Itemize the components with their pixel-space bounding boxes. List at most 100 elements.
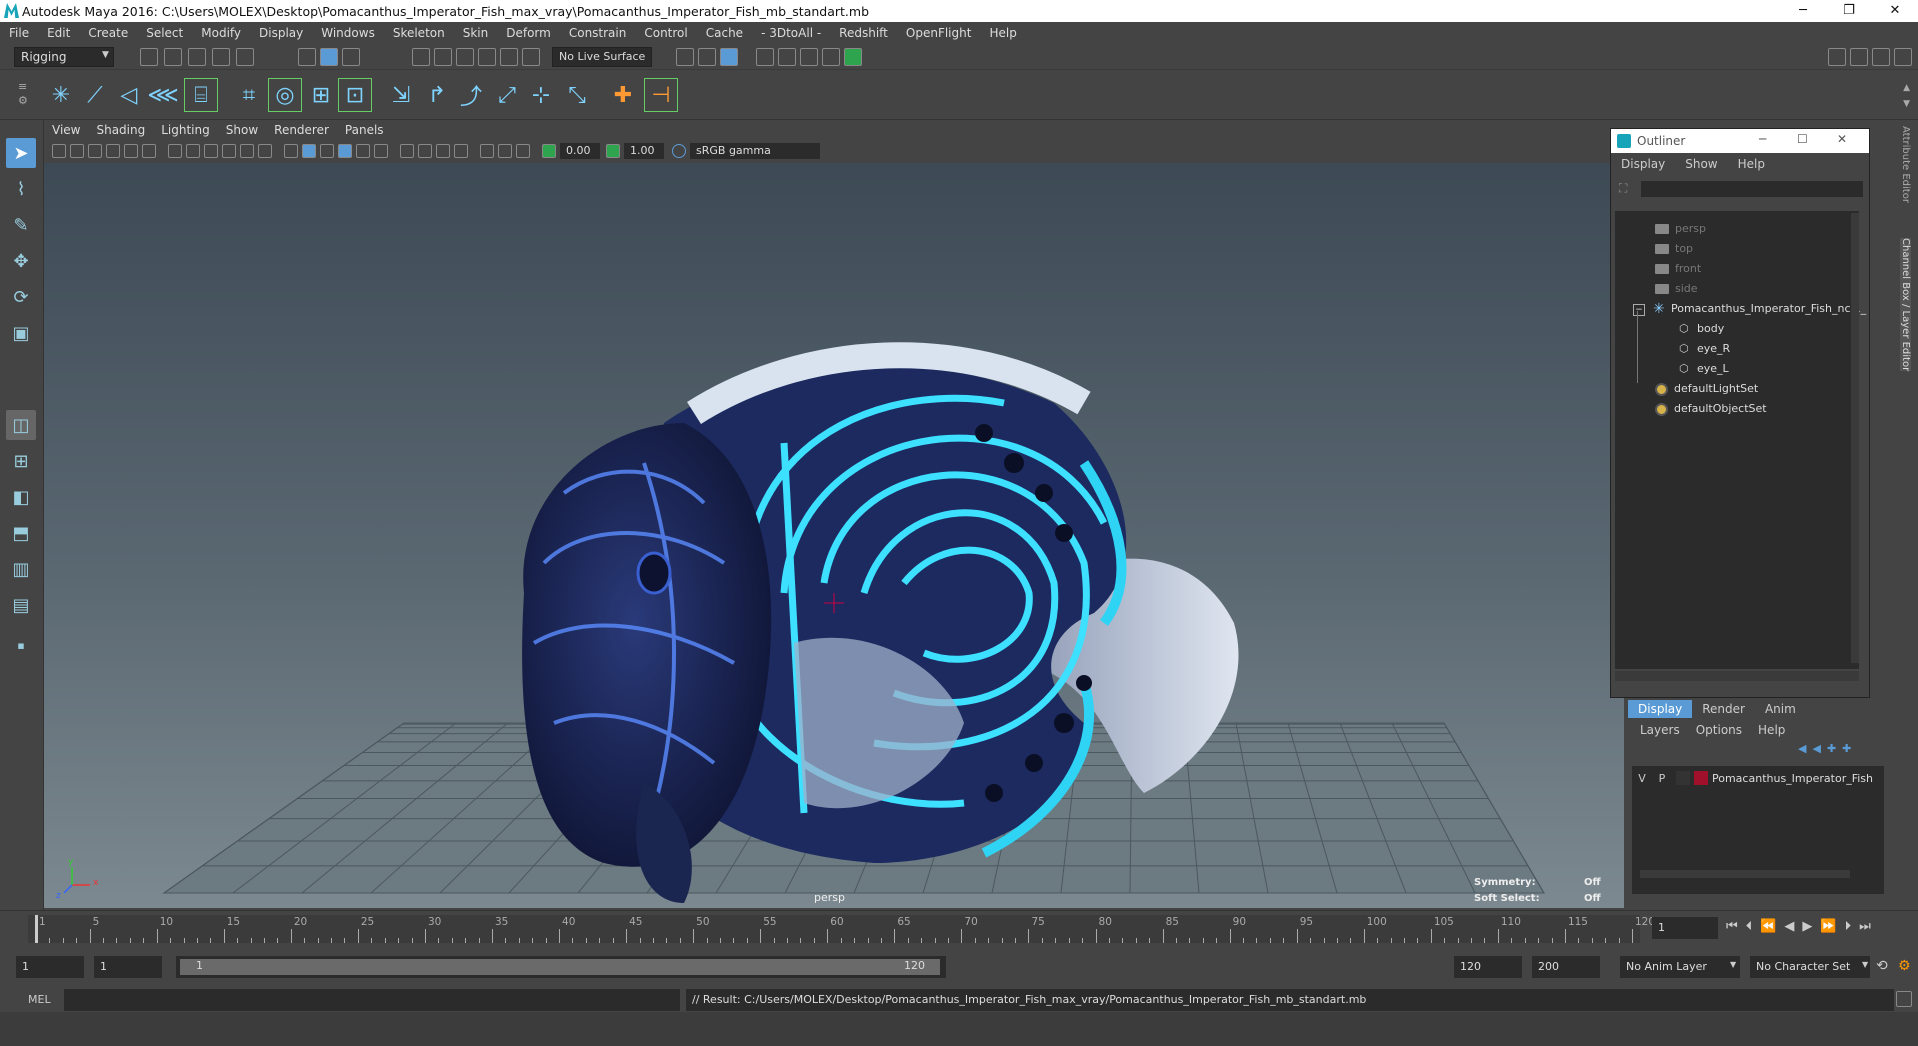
lattice-icon[interactable]: ⊞: [304, 78, 338, 112]
range-track[interactable]: 1 120: [176, 956, 946, 978]
outliner-item-default-object-set[interactable]: defaultObjectSet: [1655, 399, 1767, 419]
scene-start-field[interactable]: 1: [16, 956, 84, 978]
paint-weights-icon[interactable]: ◎: [268, 78, 302, 112]
ik-handle-icon[interactable]: ⟋: [78, 78, 112, 112]
color-management-icon[interactable]: [672, 144, 686, 158]
parent-constraint-icon[interactable]: ⊹: [524, 78, 558, 112]
create-joint-icon[interactable]: ✳: [44, 78, 78, 112]
outliner-item-body[interactable]: ⬡ body: [1679, 319, 1724, 339]
paint-select-icon[interactable]: ✎: [6, 210, 36, 240]
safe-action-icon[interactable]: [258, 144, 272, 158]
select-hierarchy-icon[interactable]: [298, 48, 316, 66]
ambient-occlusion-icon[interactable]: [400, 144, 414, 158]
outliner-menu-help[interactable]: Help: [1728, 157, 1775, 171]
menu-skeleton[interactable]: Skeleton: [384, 26, 454, 40]
tool-settings-toggle-icon[interactable]: [1872, 48, 1890, 66]
mirror-joint-icon[interactable]: ⋘: [146, 78, 180, 112]
outliner-item-persp[interactable]: persp: [1655, 219, 1706, 239]
resolution-gate-icon[interactable]: [204, 144, 218, 158]
menu-display[interactable]: Display: [250, 26, 312, 40]
menu-skin[interactable]: Skin: [454, 26, 498, 40]
menu-windows[interactable]: Windows: [312, 26, 384, 40]
wireframe-icon[interactable]: [284, 144, 298, 158]
smooth-shade-icon[interactable]: [302, 144, 316, 158]
camera-attr-icon[interactable]: [70, 144, 84, 158]
hypershade-icon[interactable]: [822, 48, 840, 66]
menuset-dropdown[interactable]: Rigging: [14, 47, 114, 67]
step-forward-icon[interactable]: ⏵: [1845, 919, 1852, 934]
outliner-item-eye-l[interactable]: ⬡ eye_L: [1679, 359, 1729, 379]
outliner-hscrollbar[interactable]: [1615, 671, 1859, 681]
attribute-editor-tab[interactable]: Attribute Editor: [1900, 126, 1911, 203]
outliner-item-top[interactable]: top: [1655, 239, 1693, 259]
outliner-vscrollbar[interactable]: [1851, 213, 1859, 663]
menu-deform[interactable]: Deform: [497, 26, 560, 40]
outliner-titlebar[interactable]: Outliner ─ ☐ ✕: [1611, 129, 1869, 153]
vp-menu-shading[interactable]: Shading: [88, 123, 153, 137]
move-tool-icon[interactable]: ✥: [6, 246, 36, 276]
rig-locator-icon[interactable]: ⊣: [644, 78, 678, 112]
layer-menu-help[interactable]: Help: [1750, 723, 1793, 737]
shelf-menu-icon[interactable]: ≡ ⚙: [18, 80, 32, 112]
point-constraint-icon[interactable]: ⇲: [384, 78, 418, 112]
gamma-icon[interactable]: [606, 144, 620, 158]
film-gate-icon[interactable]: [186, 144, 200, 158]
attribute-editor-toggle-icon[interactable]: [1850, 48, 1868, 66]
save-scene-icon[interactable]: [188, 48, 206, 66]
snap-view-icon[interactable]: [478, 48, 496, 66]
menu-select[interactable]: Select: [137, 26, 192, 40]
vp-menu-panels[interactable]: Panels: [337, 123, 392, 137]
cluster-icon[interactable]: ⊡: [338, 78, 372, 112]
layer-row[interactable]: V P Pomacanthus_Imperator_Fish: [1632, 768, 1884, 788]
exposure-field[interactable]: 0.00: [560, 143, 600, 159]
playback-start-field[interactable]: 1: [94, 956, 162, 978]
gate-mask-icon[interactable]: [222, 144, 236, 158]
outliner-item-eye-r[interactable]: ⬡ eye_R: [1679, 339, 1730, 359]
ipr-render-icon[interactable]: [778, 48, 796, 66]
outliner-item-fish-group[interactable]: − ✳ Pomacanthus_Imperator_Fish_ncl1_: [1633, 299, 1866, 319]
motion-blur-icon[interactable]: [418, 144, 432, 158]
3d-viewport[interactable]: x y z persp Symmetry: Off Soft Select: O…: [44, 163, 1624, 908]
grease-pencil-icon[interactable]: [142, 144, 156, 158]
menu-constrain[interactable]: Constrain: [560, 26, 636, 40]
shadows-icon[interactable]: [374, 144, 388, 158]
menu-file[interactable]: File: [0, 26, 38, 40]
layer-menu-layers[interactable]: Layers: [1632, 723, 1688, 737]
vp-menu-lighting[interactable]: Lighting: [153, 123, 218, 137]
command-input[interactable]: [64, 989, 680, 1011]
layer-menu-options[interactable]: Options: [1688, 723, 1750, 737]
redshift-render-icon[interactable]: [844, 48, 862, 66]
wireframe-on-shaded-icon[interactable]: [320, 144, 334, 158]
snap-magnet-icon[interactable]: [522, 48, 540, 66]
persp-graph-icon[interactable]: ⬒: [6, 518, 36, 548]
grid-toggle-icon[interactable]: [168, 144, 182, 158]
scale-tool-icon[interactable]: ▣: [6, 318, 36, 348]
move-layer-up-icon[interactable]: ◀: [1798, 742, 1806, 755]
redo-icon[interactable]: [236, 48, 254, 66]
outliner-item-front[interactable]: front: [1655, 259, 1701, 279]
construction-history-icon[interactable]: [720, 48, 738, 66]
select-object-icon[interactable]: [320, 48, 338, 66]
undo-icon[interactable]: [212, 48, 230, 66]
persp-outliner-icon[interactable]: ◧: [6, 482, 36, 512]
outliner-menu-show[interactable]: Show: [1675, 157, 1727, 171]
script-mode-label[interactable]: MEL: [28, 993, 51, 1006]
isolate-select-icon[interactable]: [480, 144, 494, 158]
layer-visibility-toggle[interactable]: V: [1632, 772, 1652, 785]
outliner-maximize-icon[interactable]: ☐: [1797, 132, 1808, 146]
current-frame-field[interactable]: 1: [1652, 917, 1718, 939]
tab-render[interactable]: Render: [1692, 700, 1755, 718]
gamma-field[interactable]: 1.00: [624, 143, 664, 159]
scene-end-field[interactable]: 200: [1532, 956, 1600, 978]
outliner-item-side[interactable]: side: [1655, 279, 1698, 299]
tab-anim[interactable]: Anim: [1755, 700, 1806, 718]
render-frame-icon[interactable]: [756, 48, 774, 66]
depth-of-field-icon[interactable]: [454, 144, 468, 158]
menu-3dtoall[interactable]: - 3DtoAll -: [752, 26, 830, 40]
colorspace-dropdown[interactable]: sRGB gamma: [690, 143, 820, 159]
character-set-dropdown[interactable]: No Character Set: [1750, 956, 1870, 978]
tab-display[interactable]: Display: [1628, 700, 1693, 718]
layer-color-swatch[interactable]: [1694, 771, 1708, 785]
minimize-button[interactable]: ─: [1780, 0, 1826, 22]
play-forward-icon[interactable]: ▶: [1802, 919, 1812, 934]
